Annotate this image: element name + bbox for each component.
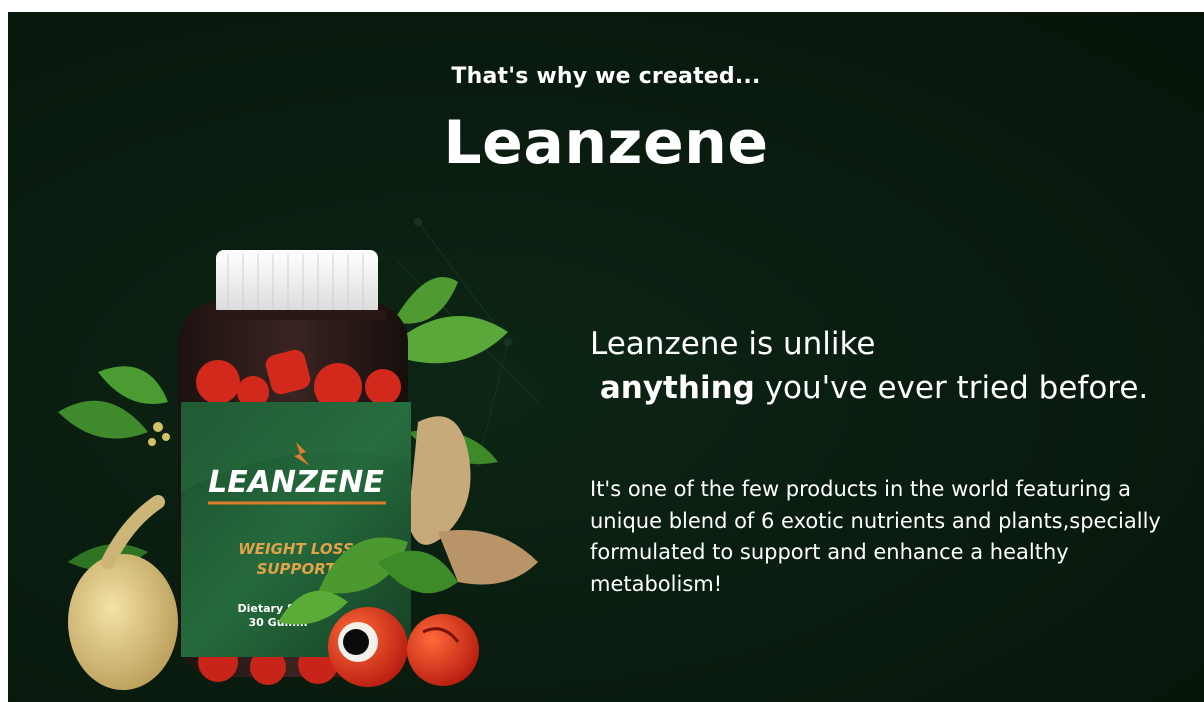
product-description: It's one of the few products in the worl… [590, 477, 1161, 596]
headline: Leanzene is unlike anything you've ever … [590, 322, 1150, 410]
product-tagline-1: WEIGHT LOSS [238, 540, 354, 558]
page-title: Leanzene [443, 108, 769, 178]
section-eyebrow: That's why we created... [451, 64, 761, 89]
product-brand-text: LEANZENE [208, 465, 384, 500]
headline-part-2: you've ever tried before. [764, 370, 1149, 406]
headline-part-1: Leanzene is unlike [590, 326, 876, 362]
hero-section: That's why we created... Leanzene LEANZE… [8, 12, 1204, 702]
product-image: LEANZENE WEIGHT LOSS SUPPORT Dietary Sup… [58, 217, 539, 690]
headline-emphasis: anything [599, 370, 755, 406]
product-tagline-2: SUPPORT [257, 560, 338, 578]
